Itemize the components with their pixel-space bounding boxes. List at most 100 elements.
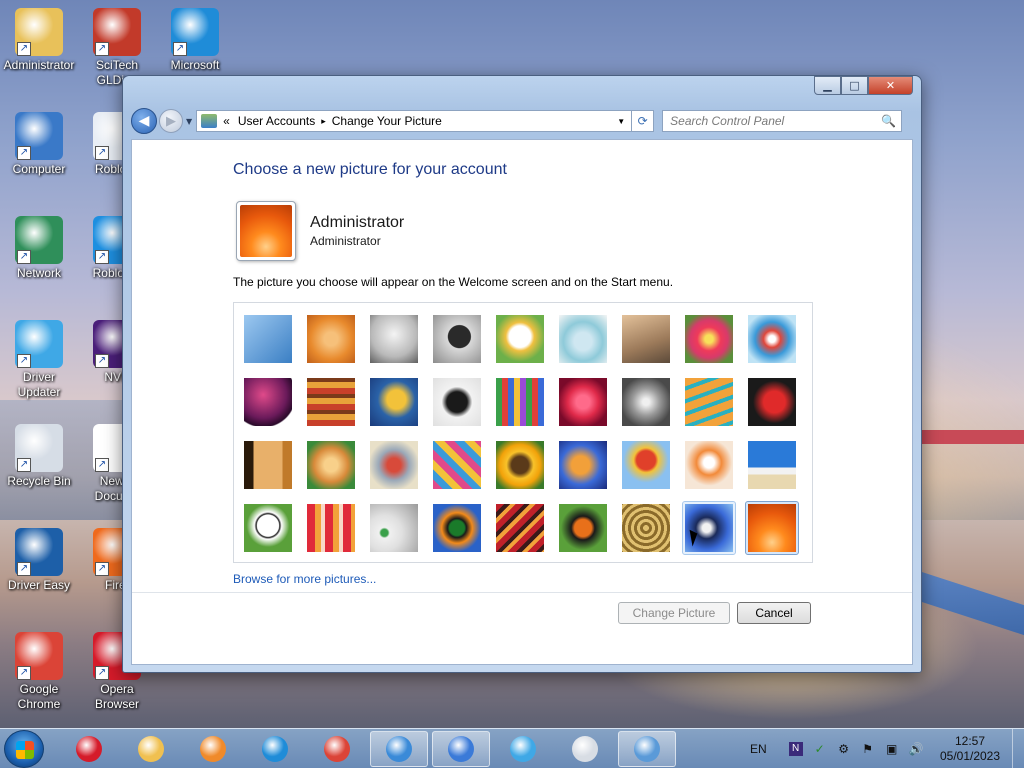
picture-option-jacks[interactable] xyxy=(619,375,673,429)
browse-pictures-link[interactable]: Browse for more pictures... xyxy=(233,572,376,586)
taskbar-control-panel-button[interactable] xyxy=(618,731,676,767)
desktop-icon-recycle-bin[interactable]: ↗ Recycle Bin xyxy=(0,424,78,489)
clock-date: 05/01/2023 xyxy=(939,749,1001,763)
shortcut-arrow-icon: ↗ xyxy=(17,354,31,368)
desktop-icon-computer[interactable]: ↗ Computer xyxy=(0,112,78,177)
taskbar-chrome-button[interactable] xyxy=(308,731,366,767)
picture-option-rug[interactable] xyxy=(493,501,547,555)
picture-option-robot-figure[interactable] xyxy=(367,312,421,366)
picture-option-stairs[interactable] xyxy=(682,375,736,429)
volume-icon[interactable]: 🔊 xyxy=(909,742,924,756)
search-input[interactable]: Search Control Panel 🔍 xyxy=(662,110,903,132)
language-indicator[interactable]: EN xyxy=(750,742,767,756)
taskbar-roblox-button[interactable] xyxy=(556,731,614,767)
ferris-wheel-picture xyxy=(748,315,796,363)
media-player-icon xyxy=(200,736,226,762)
picture-option-flower[interactable] xyxy=(682,312,736,366)
taskbar-opera-button[interactable] xyxy=(60,731,118,767)
action-center-flag-icon[interactable]: ⚑ xyxy=(861,742,875,756)
picture-option-scarves[interactable] xyxy=(430,438,484,492)
maximize-button[interactable]: □ xyxy=(841,76,868,95)
picture-option-doll[interactable] xyxy=(682,438,736,492)
picture-option-hot-air-balloon[interactable] xyxy=(619,438,673,492)
address-dropdown-icon[interactable]: ▼ xyxy=(617,117,625,126)
desktop-icon-chrome[interactable]: ↗ Google Chrome xyxy=(0,632,78,712)
scarves-picture xyxy=(433,441,481,489)
chrome-icon: ↗ xyxy=(15,632,63,680)
recycle-bin-icon: ↗ xyxy=(15,424,63,472)
picture-option-pomeranian[interactable] xyxy=(304,438,358,492)
picture-option-lighthouse[interactable] xyxy=(682,501,736,555)
show-desktop-button[interactable] xyxy=(1012,729,1024,768)
picture-option-spinning-top[interactable] xyxy=(556,312,610,366)
picture-option-roller-coaster[interactable] xyxy=(241,312,295,366)
security-tray-icon[interactable]: ✓ xyxy=(813,742,827,756)
desktop-icon-edge[interactable]: ↗ Microsoft xyxy=(156,8,234,73)
taskbar-bird-app-button[interactable] xyxy=(432,731,490,767)
picture-option-guitar[interactable] xyxy=(241,438,295,492)
robot-figure-picture xyxy=(370,315,418,363)
network-tray-icon[interactable]: ▣ xyxy=(885,742,899,756)
picture-option-orange-flower[interactable] xyxy=(745,501,799,555)
picture-option-marbles[interactable] xyxy=(367,501,421,555)
desktop-icon-label: Microsoft xyxy=(170,58,220,72)
taskbar-file-explorer-button[interactable] xyxy=(122,731,180,767)
breadcrumb-change-your-picture[interactable]: Change Your Picture xyxy=(332,114,442,128)
start-button[interactable] xyxy=(4,730,44,768)
taskbar-driver-updater-button[interactable] xyxy=(494,731,552,767)
picture-option-crayons[interactable] xyxy=(493,375,547,429)
settings-tray-icon[interactable]: ⚙ xyxy=(837,742,851,756)
taskbar-media-player-button[interactable] xyxy=(184,731,242,767)
picture-option-cat[interactable] xyxy=(619,312,673,366)
recent-pages-button[interactable]: ▼ xyxy=(186,117,192,126)
record-player-picture xyxy=(433,315,481,363)
picture-option-ball[interactable] xyxy=(241,375,295,429)
orange-flower-picture xyxy=(240,205,292,257)
minimize-button[interactable]: ▁ xyxy=(814,76,841,95)
desktop-icon-user-folder[interactable]: ↗ Administrator xyxy=(0,8,78,73)
picture-option-ferris-wheel[interactable] xyxy=(745,312,799,366)
picture-option-origami-crane[interactable] xyxy=(745,375,799,429)
picture-option-soccer-ball[interactable] xyxy=(241,501,295,555)
address-bar[interactable]: « User Accounts ▸ Change Your Picture ▼ xyxy=(196,110,633,132)
close-button[interactable]: ✕ xyxy=(868,76,913,95)
picture-option-silk[interactable] xyxy=(304,501,358,555)
address-prefix[interactable]: « xyxy=(223,114,230,128)
desktop-icon-network[interactable]: ↗ Network xyxy=(0,216,78,281)
picture-option-sunflower[interactable] xyxy=(493,438,547,492)
clock[interactable]: 12:57 05/01/2023 xyxy=(930,734,1010,764)
search-icon[interactable]: 🔍 xyxy=(881,114,896,128)
refresh-button[interactable]: ⟳ xyxy=(632,110,655,132)
picture-option-dog[interactable] xyxy=(430,375,484,429)
picture-option-leaf[interactable] xyxy=(367,375,421,429)
picture-option-star-lantern[interactable] xyxy=(556,375,610,429)
picture-option-beach[interactable] xyxy=(745,438,799,492)
picture-option-basket[interactable] xyxy=(619,501,673,555)
nvda-tray-icon[interactable]: N xyxy=(788,742,803,756)
cancel-button[interactable]: Cancel xyxy=(737,602,811,624)
picture-option-starfish[interactable] xyxy=(304,312,358,366)
desktop-icon-label: Administrator xyxy=(3,58,75,72)
picture-option-fish[interactable] xyxy=(556,438,610,492)
shortcut-arrow-icon: ↗ xyxy=(95,562,109,576)
jacks-picture xyxy=(622,378,670,426)
picture-option-fabric[interactable] xyxy=(304,375,358,429)
picture-option-toy-robot[interactable] xyxy=(367,438,421,492)
picture-option-window-frame[interactable] xyxy=(430,501,484,555)
picture-option-lucky-cat[interactable] xyxy=(493,312,547,366)
desktop-icon-label: Google Chrome xyxy=(17,682,61,711)
breadcrumb-separator-icon[interactable]: ▸ xyxy=(321,116,326,127)
picture-option-butterfly[interactable] xyxy=(556,501,610,555)
desktop-icon-driver-updater[interactable]: ↗ Driver Updater xyxy=(0,320,78,400)
breadcrumb-user-accounts[interactable]: User Accounts xyxy=(238,114,315,128)
change-picture-button[interactable]: Change Picture xyxy=(618,602,730,624)
leaf-picture xyxy=(370,378,418,426)
desktop-icon-driver-easy[interactable]: ↗ Driver Easy xyxy=(0,528,78,593)
picture-option-record-player[interactable] xyxy=(430,312,484,366)
toy-robot-picture xyxy=(370,441,418,489)
back-button[interactable]: ◀ xyxy=(131,108,157,134)
taskbar-network-app-button[interactable] xyxy=(370,731,428,767)
account-type: Administrator xyxy=(310,234,381,248)
taskbar-edge-button[interactable] xyxy=(246,731,304,767)
forward-button[interactable]: ▶ xyxy=(159,109,183,133)
